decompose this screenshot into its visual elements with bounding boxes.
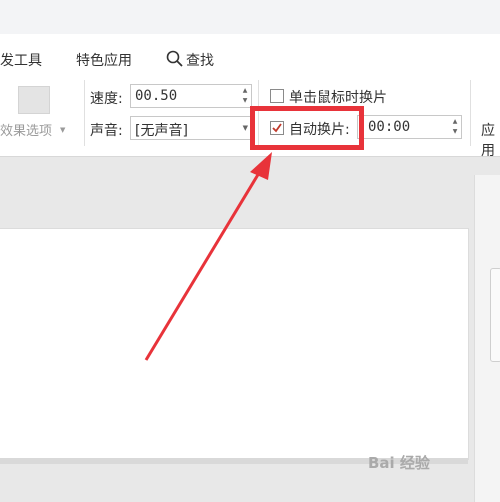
annotation-arrow xyxy=(144,152,272,361)
watermark: Bai 经验 xyxy=(368,454,430,472)
